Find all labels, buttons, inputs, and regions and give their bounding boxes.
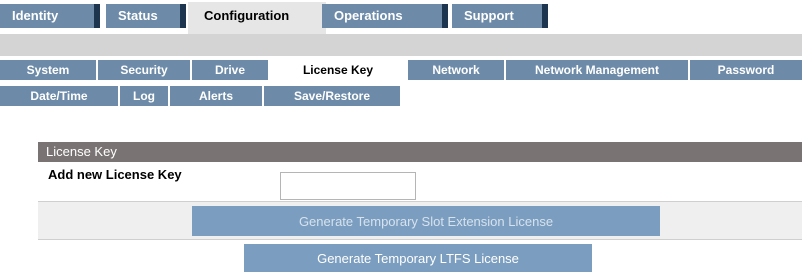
tab-label: Operations	[334, 8, 403, 23]
subtab-drive[interactable]: Drive	[192, 60, 268, 80]
tab-label: Status	[118, 8, 158, 23]
tab-status[interactable]: Status	[106, 4, 186, 28]
slot-extension-row: Generate Temporary Slot Extension Licens…	[38, 202, 802, 240]
subtab-log[interactable]: Log	[120, 86, 168, 106]
tab-label: Support	[464, 8, 514, 23]
subtab-alerts[interactable]: Alerts	[170, 86, 262, 106]
add-key-label: Add new License Key	[48, 167, 182, 182]
ltfs-row: Generate Temporary LTFS License	[38, 240, 802, 272]
panel-title: License Key	[38, 142, 802, 162]
tab-label: Configuration	[204, 8, 290, 23]
subtab-network[interactable]: Network	[408, 60, 504, 80]
tab-configuration[interactable]: Configuration	[188, 2, 326, 34]
subtab-save-restore[interactable]: Save/Restore	[264, 86, 400, 106]
license-key-input[interactable]	[280, 172, 416, 200]
generate-ltfs-button[interactable]: Generate Temporary LTFS License	[244, 244, 592, 272]
tab-edge	[94, 4, 100, 28]
tab-support[interactable]: Support	[452, 4, 548, 28]
subnav-band	[0, 34, 802, 56]
tab-edge	[542, 4, 548, 28]
license-key-panel: License Key Add new License Key Generate…	[38, 142, 802, 272]
subtab-license-key[interactable]: License Key	[270, 59, 406, 81]
tab-edge	[180, 4, 186, 28]
tab-operations[interactable]: Operations	[322, 4, 448, 28]
generate-slot-extension-button[interactable]: Generate Temporary Slot Extension Licens…	[192, 206, 660, 236]
tab-edge	[442, 4, 448, 28]
add-key-row: Add new License Key	[38, 162, 802, 202]
tab-identity[interactable]: Identity	[0, 4, 100, 28]
tab-label: Identity	[12, 8, 59, 23]
subtab-network-management[interactable]: Network Management	[506, 60, 688, 80]
subtab-password[interactable]: Password	[690, 60, 802, 80]
subtab-security[interactable]: Security	[98, 60, 190, 80]
subtab-date-time[interactable]: Date/Time	[0, 86, 118, 106]
subtab-system[interactable]: System	[0, 60, 96, 80]
